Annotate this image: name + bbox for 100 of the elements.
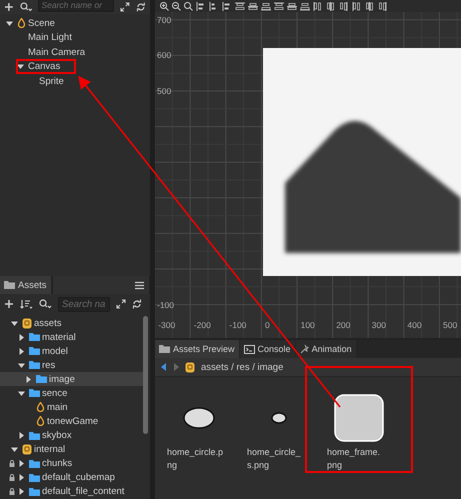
folder-icon (29, 486, 40, 497)
align-icon[interactable] (287, 2, 297, 10)
scrollbar[interactable] (143, 316, 148, 434)
asset-thumbnail[interactable]: home_frame.png (327, 387, 405, 472)
tree-item[interactable]: default_cubemap (42, 472, 115, 484)
folder-icon (29, 458, 40, 469)
tree-item[interactable]: chunks (42, 458, 72, 470)
collapse-arrow-icon[interactable] (11, 446, 18, 454)
align-icon[interactable] (261, 2, 271, 10)
refresh-icon[interactable] (132, 299, 142, 309)
align-icon[interactable] (326, 2, 336, 10)
align-icon[interactable] (300, 2, 310, 10)
expand-arrow-icon[interactable] (18, 348, 25, 355)
image-preview (334, 394, 384, 442)
folder-icon (4, 280, 15, 290)
database-icon (22, 444, 32, 456)
console-icon (244, 344, 255, 354)
align-icon[interactable] (235, 2, 245, 10)
tree-item[interactable]: tonewGame (47, 416, 98, 428)
tree-item[interactable]: image (0, 372, 143, 386)
highlight-box (16, 59, 76, 74)
add-icon[interactable] (4, 299, 14, 309)
panel-tab[interactable]: Assets Preview (155, 340, 239, 358)
add-icon[interactable] (4, 2, 14, 12)
align-icon[interactable] (365, 2, 375, 10)
expand-arrow-icon[interactable] (18, 474, 25, 482)
align-icon[interactable] (274, 2, 284, 10)
file-name: home_frame.png (327, 446, 382, 472)
tree-item[interactable]: sence (42, 388, 68, 399)
tree-item[interactable]: res (42, 360, 56, 371)
align-icon[interactable] (378, 2, 388, 10)
align-icon[interactable] (196, 2, 206, 10)
axis-label: 400 (407, 320, 422, 330)
file-name: home_circle.png (167, 446, 224, 472)
tree-item[interactable]: model (42, 346, 68, 357)
zoom-reset-icon[interactable] (184, 2, 193, 10)
panel-tab[interactable]: Animation (296, 340, 356, 358)
expand-arrow-icon[interactable] (18, 432, 25, 440)
folder-icon (159, 344, 170, 354)
zoom-in-icon[interactable] (160, 2, 169, 10)
axis-label: 500 (157, 86, 172, 96)
expand-arrow-icon[interactable] (18, 460, 25, 468)
asset-thumbnail[interactable]: home_circle_s.png (247, 387, 325, 472)
axis-label: 700 (157, 14, 172, 25)
expand-arrow-icon[interactable] (18, 488, 25, 496)
align-icon[interactable] (313, 2, 323, 10)
axis-label: 200 (336, 320, 350, 330)
flame-icon (36, 402, 45, 413)
folder-icon (29, 430, 40, 441)
back-icon[interactable] (161, 363, 167, 371)
collapse-arrow-icon[interactable] (18, 362, 25, 369)
align-icon[interactable] (339, 2, 349, 10)
flame-icon (17, 18, 26, 29)
axis-label: 0 (265, 320, 270, 330)
tree-item[interactable]: main (47, 402, 68, 413)
database-icon (22, 318, 32, 329)
tree-item[interactable]: Main Camera (28, 46, 86, 58)
expand-arrow-icon[interactable] (18, 334, 25, 341)
tree-item[interactable]: skybox (42, 430, 72, 442)
tree-item[interactable]: default_file_content (42, 486, 124, 498)
sort-icon[interactable] (20, 299, 33, 309)
image-preview (271, 412, 287, 424)
expand-icon[interactable] (116, 299, 126, 309)
folder-icon (29, 472, 40, 483)
search-field[interactable]: Search name or (38, 0, 114, 12)
database-icon (185, 362, 195, 372)
collapse-arrow-icon[interactable] (11, 320, 18, 327)
image-preview (183, 407, 215, 429)
tree-item[interactable]: Main Light (28, 32, 72, 44)
align-icon[interactable] (222, 2, 232, 10)
axis-label: -200 (194, 320, 211, 330)
search-icon[interactable] (39, 299, 52, 309)
align-icon[interactable] (352, 2, 362, 10)
expand-icon[interactable] (120, 2, 130, 12)
folder-icon (29, 346, 40, 356)
tree-item[interactable]: Canvas (28, 61, 60, 72)
collapse-arrow-icon[interactable] (6, 20, 13, 27)
axis-label: 300 (372, 320, 386, 330)
collapse-arrow-icon[interactable] (18, 390, 25, 397)
align-icon[interactable] (248, 2, 258, 10)
tree-item[interactable]: Scene (28, 18, 55, 29)
flame-icon (36, 416, 45, 428)
expand-arrow-icon[interactable] (25, 376, 32, 383)
axis-label: -100 (229, 320, 246, 330)
search-field[interactable]: Search na (58, 296, 110, 312)
folder-icon (36, 374, 47, 384)
panel-tab[interactable]: Console (240, 340, 295, 358)
tree-item[interactable]: material (42, 332, 76, 343)
collapse-arrow-icon[interactable] (17, 63, 24, 70)
menu-icon[interactable] (135, 280, 144, 290)
refresh-icon[interactable] (136, 2, 146, 12)
assets-tab[interactable]: Assets (0, 276, 51, 294)
zoom-out-icon[interactable] (172, 2, 181, 10)
asset-thumbnail[interactable]: home_circle.png (167, 387, 245, 472)
tree-item[interactable]: Sprite (39, 76, 64, 87)
tree-item[interactable]: assets (34, 318, 62, 329)
axis-label: 100 (300, 320, 315, 330)
tree-item[interactable]: internal (34, 444, 66, 456)
folder-icon (29, 332, 40, 342)
search-icon[interactable] (20, 2, 32, 12)
